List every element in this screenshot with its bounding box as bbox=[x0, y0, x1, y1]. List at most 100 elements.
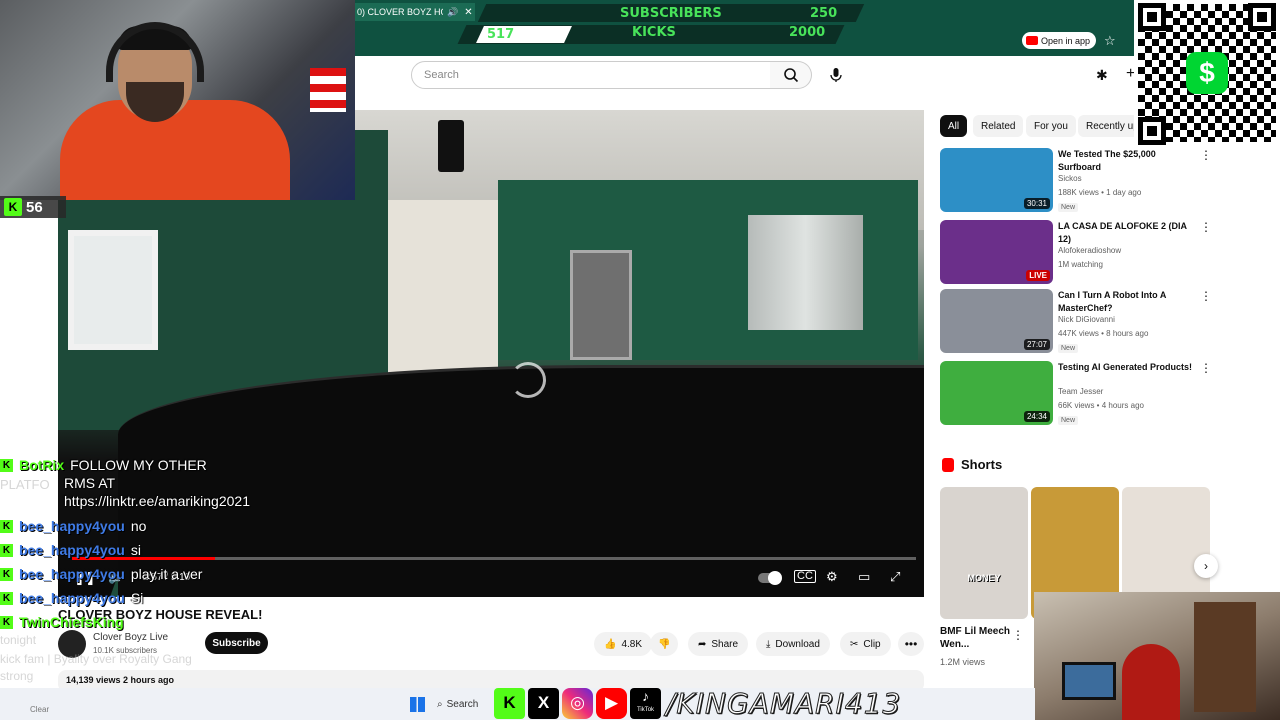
recommended-video-title[interactable]: Testing AI Generated Products! bbox=[1058, 361, 1198, 374]
webcam-person-hoodie bbox=[60, 100, 290, 200]
video-duration: 24:34 bbox=[1023, 411, 1050, 422]
browser-tab[interactable]: 0) CLOVER BOYZ HOUSE 🔊 ✕ bbox=[355, 3, 475, 21]
extension-icon[interactable]: ✱ bbox=[1096, 67, 1108, 84]
video-duration: 30:31 bbox=[1023, 198, 1050, 209]
chat-text: RMS AT bbox=[64, 475, 116, 491]
stream-stats-panel: 517 SUBSCRIBERS 250 KICKS 2000 bbox=[457, 4, 865, 44]
chat-username[interactable]: bee_happy4you bbox=[19, 566, 125, 582]
captions-icon[interactable]: CC bbox=[794, 570, 816, 583]
chat-message: Kbee_happy4you si bbox=[0, 540, 141, 560]
chat-username[interactable]: TwinChiefsKing bbox=[19, 614, 124, 630]
kick-badge-icon: K bbox=[0, 519, 13, 533]
chip-related[interactable]: Related bbox=[973, 115, 1024, 137]
windows-start-icon[interactable] bbox=[410, 697, 425, 712]
chip-all[interactable]: All bbox=[940, 115, 968, 137]
video-menu-icon[interactable]: ⋮ bbox=[1200, 148, 1212, 162]
video-thumbnail[interactable]: 27:07 bbox=[940, 289, 1053, 353]
fullscreen-icon[interactable]: ⤢ bbox=[890, 569, 900, 585]
short-thumbnail[interactable]: MONEY bbox=[940, 487, 1028, 619]
tiktok-label: TikTok bbox=[636, 707, 655, 713]
miniplayer-icon[interactable]: ▭ bbox=[858, 569, 870, 585]
search-icon: ⌕ bbox=[437, 698, 443, 710]
download-label: Download bbox=[775, 638, 820, 650]
streamer-handle: /KINGAMARI413 bbox=[665, 686, 902, 720]
recommended-video[interactable]: 24:34 Testing AI Generated Products! Team … bbox=[940, 361, 1212, 425]
autoplay-toggle[interactable] bbox=[758, 571, 782, 585]
chat-username[interactable]: bee_happy4you bbox=[19, 590, 125, 606]
recommended-channel-name[interactable]: Sickos bbox=[1058, 174, 1082, 183]
webcam-headset bbox=[106, 22, 204, 82]
clear-label[interactable]: Clear bbox=[30, 705, 49, 714]
recommended-video-title[interactable]: We Tested The $25,000 Surfboard bbox=[1058, 148, 1198, 174]
share-button[interactable]: ➦ Share bbox=[688, 632, 749, 656]
open-in-app-button[interactable]: Open in app bbox=[1022, 32, 1096, 49]
subscribe-button[interactable]: Subscribe bbox=[205, 632, 268, 654]
kick-badge-icon: K bbox=[0, 458, 13, 472]
dislike-button[interactable]: 👎 bbox=[650, 632, 679, 656]
x-logo-icon: X bbox=[528, 687, 559, 719]
chat-username[interactable]: BotRix bbox=[19, 457, 64, 473]
chat-message: K BotRix FOLLOW MY OTHER bbox=[0, 455, 207, 475]
shorts-heading: Shorts bbox=[961, 457, 1003, 472]
recommended-video[interactable]: 30:31 We Tested The $25,000 Surfboard Sick… bbox=[940, 148, 1212, 212]
search-button[interactable] bbox=[770, 61, 812, 89]
short-menu-icon[interactable]: ⋮ bbox=[1012, 628, 1024, 642]
recommended-channel-name[interactable]: Nick DiGiovanni bbox=[1058, 315, 1115, 324]
new-badge: New bbox=[1058, 203, 1079, 212]
chat-text: FOLLOW MY OTHER bbox=[70, 457, 207, 473]
recommended-video[interactable]: LIVE LA CASA DE ALOFOKE 2 (DIA 12) Alofoke… bbox=[940, 220, 1212, 284]
download-icon: ⤓ bbox=[766, 638, 771, 650]
chat-username[interactable]: bee_happy4you bbox=[19, 542, 125, 558]
youtube-logo-icon: ▶ bbox=[596, 687, 627, 719]
chat-text: https://linktr.ee/amariking2021 bbox=[64, 493, 250, 509]
video-frame-window bbox=[68, 230, 158, 350]
like-button[interactable]: 👍 4.8K bbox=[594, 632, 653, 656]
video-thumbnail[interactable]: LIVE bbox=[940, 220, 1053, 284]
video-menu-icon[interactable]: ⋮ bbox=[1200, 361, 1212, 375]
recommended-video[interactable]: 27:07 Can I Turn A Robot Into A MasterChe… bbox=[940, 289, 1212, 353]
clip-button[interactable]: ✂ Clip bbox=[840, 632, 891, 656]
instagram-logo-icon: ◎ bbox=[562, 687, 593, 719]
download-button[interactable]: ⤓ Download bbox=[756, 632, 830, 656]
tab-audio-icon[interactable]: 🔊 bbox=[447, 7, 458, 18]
subscribers-goal: 250 bbox=[810, 6, 838, 21]
viewer-count-badge: K 56 bbox=[0, 196, 66, 218]
chat-message: Kbee_happy4you play it a ver bbox=[0, 564, 202, 584]
recommended-video-meta: 188K views • 1 day ago bbox=[1058, 188, 1142, 197]
tiktok-logo-icon: ♪ TikTok bbox=[630, 687, 661, 719]
channel-name[interactable]: Clover Boyz Live bbox=[93, 632, 168, 643]
cam2-dresser bbox=[1194, 602, 1256, 712]
bookmark-star-icon[interactable]: ☆ bbox=[1104, 33, 1116, 49]
share-label: Share bbox=[711, 638, 739, 650]
recommended-video-title[interactable]: LA CASA DE ALOFOKE 2 (DIA 12) bbox=[1058, 220, 1198, 246]
thumbs-down-icon: 👎 bbox=[658, 638, 671, 650]
kicks-goal: 2000 bbox=[789, 25, 826, 40]
microphone-icon bbox=[830, 68, 842, 82]
chat-faint-text: kick fam | Byality over Royalty Gang bbox=[0, 652, 192, 666]
chat-message: Kbee_happy4you no bbox=[0, 516, 146, 536]
recommended-channel-name[interactable]: Alofokeradioshow bbox=[1058, 246, 1121, 255]
short-caption: MONEY bbox=[967, 573, 1001, 583]
more-actions-button[interactable]: ••• bbox=[898, 632, 924, 656]
new-badge: New bbox=[1058, 344, 1079, 353]
settings-gear-icon[interactable]: ⚙ bbox=[826, 569, 838, 585]
voice-search-button[interactable] bbox=[822, 61, 850, 89]
video-thumbnail[interactable]: 24:34 bbox=[940, 361, 1053, 425]
like-count: 4.8K bbox=[621, 638, 643, 650]
search-input[interactable]: Search bbox=[411, 61, 771, 89]
chat-message: K TwinChiefsKing bbox=[0, 612, 124, 632]
video-menu-icon[interactable]: ⋮ bbox=[1200, 289, 1212, 303]
recommended-video-title[interactable]: Can I Turn A Robot Into A MasterChef? bbox=[1058, 289, 1198, 315]
taskbar-search[interactable]: ⌕ Search bbox=[437, 694, 497, 714]
video-thumbnail[interactable]: 30:31 bbox=[940, 148, 1053, 212]
short-title[interactable]: BMF Lil Meech Wen... bbox=[940, 625, 1010, 651]
chat-username[interactable]: bee_happy4you bbox=[19, 518, 125, 534]
shorts-next-button[interactable]: › bbox=[1194, 554, 1218, 578]
video-menu-icon[interactable]: ⋮ bbox=[1200, 220, 1212, 234]
kick-badge-icon: K bbox=[0, 567, 13, 581]
short-views: 1.2M views bbox=[940, 657, 986, 667]
recommended-channel-name[interactable]: Team Jesser bbox=[1058, 387, 1103, 396]
streamer-webcam bbox=[0, 0, 355, 200]
qr-finder bbox=[1138, 117, 1166, 145]
chip-for-you[interactable]: For you bbox=[1026, 115, 1076, 137]
